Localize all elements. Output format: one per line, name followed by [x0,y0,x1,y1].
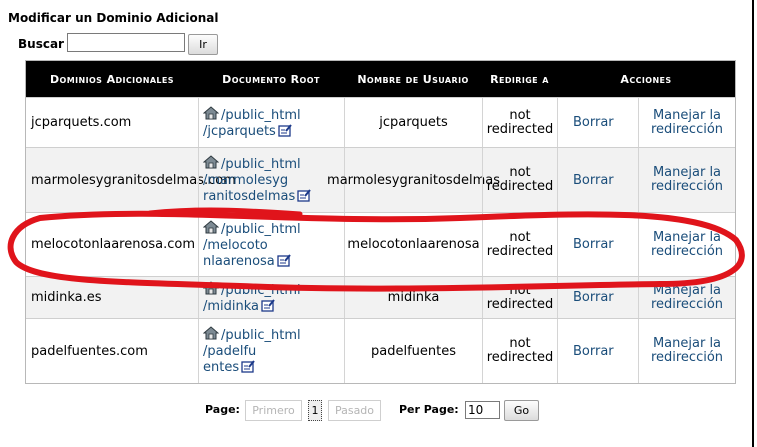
username-cell: midinka [344,277,482,318]
root-path-segment[interactable]: /public_html [221,328,301,343]
page-title: Modificar un Dominio Adicional [8,11,219,25]
delete-cell: Borrar [557,319,638,383]
delete-cell: Borrar [557,277,638,318]
table-row: marmolesygranitosdelmas.com /public_html… [26,147,735,212]
domain-cell: jcparquets.com [31,115,132,130]
home-folder-icon [203,280,219,294]
search-input[interactable] [67,33,185,52]
root-path-segment[interactable]: nlaarenosa [203,254,275,269]
header-username[interactable]: Nombre de Usuario [344,61,482,97]
header-document-root[interactable]: Documento Root [198,61,344,97]
search-go-button[interactable]: Ir [188,34,218,55]
home-folder-icon [203,155,219,169]
root-path-segment[interactable]: ranitosdelmas [203,189,295,204]
header-actions: Acciones [620,72,672,86]
edit-icon[interactable] [278,123,292,137]
table-body: jcparquets.com /public_html/jcparquets j… [26,97,735,383]
delete-cell: Borrar [557,98,638,147]
last-page-button[interactable]: Pasado [328,400,381,421]
first-page-button[interactable]: Primero [245,400,302,421]
domain-cell: marmolesygranitosdelmas.com [31,172,236,188]
table-row: midinka.es /public_html/midinka midinka … [26,276,735,318]
redirect-cell: not redirected [482,277,557,318]
header-domains[interactable]: Dominios Adicionales [26,61,198,97]
root-path-segment[interactable]: /public_html [221,283,301,298]
document-root-cell: /public_html/jcparquets [198,98,344,147]
edit-icon[interactable] [277,253,291,267]
redirect-cell: not redirected [482,98,557,147]
manage-cell: Manejar la redirección [638,319,735,383]
username-cell: padelfuentes [344,319,482,383]
manage-cell: Manejar la redirección [638,98,735,147]
window-edge-line [752,0,754,447]
edit-icon[interactable] [297,189,312,202]
per-page-label: Per Page: [399,403,459,416]
manage-cell: Manejar la redirección [638,213,735,276]
home-folder-icon [203,219,219,233]
page-label: Page: [205,403,240,416]
root-path-segment[interactable]: entes [203,360,239,375]
go-button[interactable]: Go [504,400,539,421]
document-root-cell: /public_html/midinka [198,277,344,318]
table-header: Dominios Adicionales Documento Root Nomb… [26,61,735,97]
manage-redirect-link[interactable]: Manejar la redirección [639,283,735,312]
delete-link[interactable]: Borrar [573,290,614,305]
domain-cell: melocotonlaarenosa.com [31,237,196,252]
root-path-segment[interactable]: /public_html [221,222,301,237]
table-row: melocotonlaarenosa.com /public_html/melo… [26,212,735,276]
root-path-segment[interactable]: /public_html [221,157,301,172]
current-page[interactable]: 1 [308,400,322,421]
addon-domains-table: Dominios Adicionales Documento Root Nomb… [25,60,736,384]
manage-redirect-link[interactable]: Manejar la redirección [639,108,735,137]
domain-cell: padelfuentes.com [31,343,148,359]
home-folder-icon [203,326,219,340]
username-cell: melocotonlaarenosa [344,213,482,276]
manage-cell: Manejar la redirección [638,148,735,212]
delete-link[interactable]: Borrar [573,173,614,188]
search-label: Buscar [18,37,64,51]
redirect-cell: not redirected [482,213,557,276]
root-path-segment[interactable]: /jcparquets [203,124,276,139]
delete-link[interactable]: Borrar [573,237,614,252]
document-root-cell: /public_html/marmolesyg ranitosdelmas [198,148,344,212]
root-path-segment[interactable]: /padelfu [203,344,256,359]
delete-cell: Borrar [557,148,638,212]
manage-redirect-link[interactable]: Manejar la redirección [639,230,735,259]
document-root-cell: /public_html/padelfu entes [198,319,344,383]
document-root-cell: /public_html/melocoto nlaarenosa [198,213,344,276]
table-row: jcparquets.com /public_html/jcparquets j… [26,97,735,147]
manage-redirect-link[interactable]: Manejar la redirección [639,166,735,194]
redirect-cell: not redirected [482,319,557,383]
per-page-input[interactable] [465,401,500,419]
manage-cell: Manejar la redirección [638,277,735,318]
root-path-segment[interactable]: /public_html [221,108,301,123]
root-path-segment[interactable]: /marmolesyg [203,173,288,188]
edit-icon[interactable] [241,360,255,373]
username-cell: jcparquets [344,98,482,147]
redirect-cell: not redirected [482,148,557,212]
delete-cell: Borrar [557,213,638,276]
header-redirects-to[interactable]: Redirige a [482,61,557,97]
domain-cell: midinka.es [31,290,102,305]
username-cell: marmolesygranitosdelmas [327,148,500,212]
edit-icon[interactable] [261,298,275,312]
home-folder-icon [203,105,219,119]
delete-link[interactable]: Borrar [573,344,614,359]
root-path-segment[interactable]: /melocoto [203,238,268,253]
delete-link[interactable]: Borrar [573,115,614,130]
manage-redirect-link[interactable]: Manejar la redirección [639,337,735,365]
root-path-segment[interactable]: /midinka [203,299,259,314]
table-row: padelfuentes.com /public_html/padelfu ent… [26,318,735,383]
